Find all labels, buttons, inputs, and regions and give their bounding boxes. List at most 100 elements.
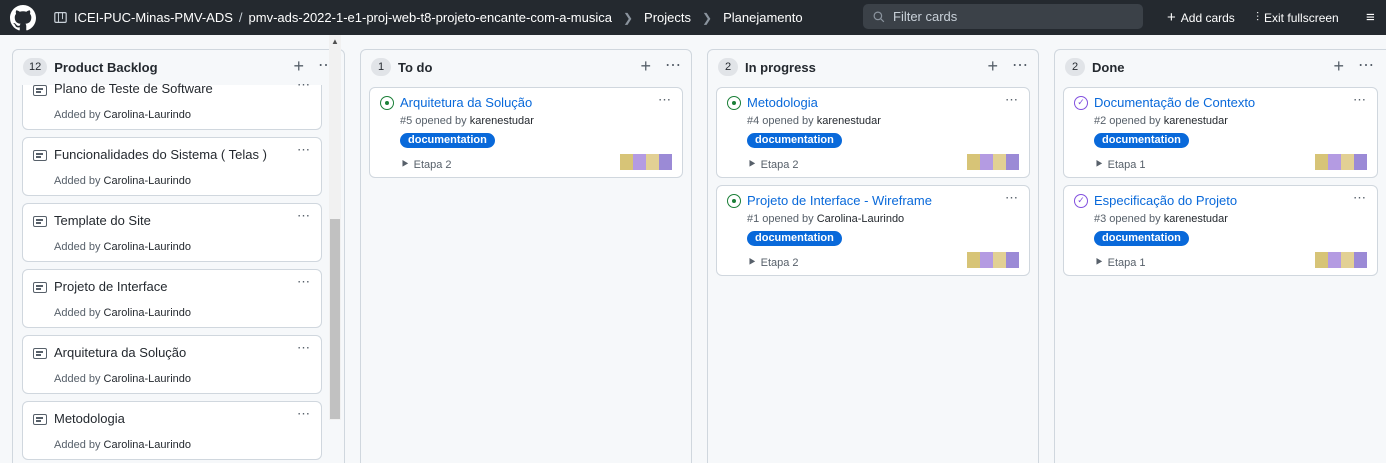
card-menu-dots-icon[interactable]: ⋯ (297, 142, 311, 158)
note-card[interactable]: Funcionalidades do Sistema ( Telas ) Add… (22, 137, 322, 196)
avatar[interactable] (620, 154, 672, 170)
filter-cards-input[interactable] (893, 9, 1133, 24)
author-link[interactable]: Carolina-Laurindo (104, 373, 191, 385)
author-link[interactable]: Carolina-Laurindo (817, 213, 904, 225)
note-card[interactable]: Metodologia Added by Carolina-Laurindo ⋯ (22, 401, 322, 460)
note-card[interactable]: Template do Site Added by Carolina-Lauri… (22, 203, 322, 262)
add-card-plus-icon[interactable]: + (987, 57, 998, 75)
milestone[interactable]: ⯈ Etapa 2 (747, 157, 799, 172)
milestone-icon: ⯈ (1094, 255, 1104, 269)
column-menu-dots-icon[interactable]: ⋯ (1012, 58, 1028, 74)
add-card-plus-icon[interactable]: + (1333, 57, 1344, 75)
card-menu-dots-icon[interactable]: ⋯ (297, 77, 311, 93)
add-card-plus-icon[interactable]: + (293, 57, 304, 75)
column-menu-dots-icon[interactable]: ⋯ (1358, 58, 1374, 74)
issue-title-link[interactable]: Especificação do Projeto (1094, 193, 1237, 208)
label-badge[interactable]: documentation (1094, 133, 1189, 148)
issue-title-link[interactable]: Documentação de Contexto (1094, 95, 1255, 110)
note-title: Funcionalidades do Sistema ( Telas ) (54, 147, 267, 162)
add-cards-label: Add cards (1180, 10, 1235, 25)
search-icon (873, 11, 885, 22)
column-count: 2 (1065, 58, 1085, 76)
issue-meta: #4 opened by karenestudar (747, 115, 881, 127)
closed-issue-icon: ✓ (1074, 194, 1088, 208)
add-card-plus-icon[interactable]: + (640, 57, 651, 75)
card-menu-dots-icon[interactable]: ⋯ (297, 340, 311, 356)
card-menu-dots-icon[interactable]: ⋯ (297, 208, 311, 224)
note-icon (33, 216, 47, 227)
column-title: To do (398, 59, 433, 75)
menu-icon[interactable]: ≡ (1366, 0, 1375, 35)
avatar[interactable] (1315, 252, 1367, 268)
label-badge[interactable]: documentation (747, 133, 842, 148)
author-link[interactable]: Carolina-Laurindo (104, 307, 191, 319)
github-logo-icon[interactable] (10, 5, 36, 31)
author-link[interactable]: karenestudar (817, 115, 881, 127)
label-badge[interactable]: documentation (400, 133, 495, 148)
filter-box[interactable] (863, 4, 1143, 29)
exit-fullscreen-button[interactable]: ⫶ Exit fullscreen (1256, 0, 1339, 35)
note-card[interactable]: Arquitetura da Solução Added by Carolina… (22, 335, 322, 394)
column-done: 2 Done + ⋯ ✓ Documentação de Contexto #2… (1054, 49, 1386, 463)
author-link[interactable]: Carolina-Laurindo (104, 241, 191, 253)
column-count: 2 (718, 58, 738, 76)
milestone[interactable]: ⯈ Etapa 1 (1094, 157, 1146, 172)
column-menu-dots-icon[interactable]: ⋯ (665, 58, 681, 74)
note-title: Plano de Teste de Software (54, 81, 213, 96)
scrollbar-thumb[interactable] (330, 219, 340, 419)
label-badge[interactable]: documentation (1094, 231, 1189, 246)
milestone-icon: ⯈ (1094, 157, 1104, 171)
issue-title-link[interactable]: Metodologia (747, 95, 818, 110)
author-link[interactable]: Carolina-Laurindo (104, 439, 191, 451)
board-title: Planejamento (723, 10, 803, 25)
note-card[interactable]: Plano de Teste de Software Added by Caro… (22, 77, 322, 130)
breadcrumb-projects-link[interactable]: Projects (644, 10, 691, 25)
avatar[interactable] (1315, 154, 1367, 170)
card-menu-dots-icon[interactable]: ⋯ (1353, 190, 1367, 206)
column-in-progress: 2 In progress + ⋯ Metodologia #4 opened … (707, 49, 1039, 463)
card-menu-dots-icon[interactable]: ⋯ (297, 274, 311, 290)
note-icon (33, 85, 47, 96)
note-card[interactable]: Projeto de Interface Added by Carolina-L… (22, 269, 322, 328)
plus-icon: + (1167, 9, 1176, 26)
avatar[interactable] (967, 154, 1019, 170)
author-link[interactable]: Carolina-Laurindo (104, 109, 191, 121)
avatar[interactable] (967, 252, 1019, 268)
chevron-right-icon: ❯ (622, 10, 634, 25)
note-meta: Added by Carolina-Laurindo (54, 241, 191, 253)
scroll-up-arrow-icon[interactable]: ▲ (331, 37, 339, 46)
milestone[interactable]: ⯈ Etapa 1 (1094, 255, 1146, 270)
issue-card[interactable]: Projeto de Interface - Wireframe #1 open… (716, 185, 1030, 276)
add-cards-button[interactable]: + Add cards (1167, 0, 1235, 35)
issue-card[interactable]: ✓ Documentação de Contexto #2 opened by … (1063, 87, 1378, 178)
issue-card[interactable]: ✓ Especificação do Projeto #3 opened by … (1063, 185, 1378, 276)
issue-meta: #1 opened by Carolina-Laurindo (747, 213, 905, 225)
label-badge[interactable]: documentation (747, 231, 842, 246)
author-link[interactable]: karenestudar (1164, 115, 1228, 127)
issue-card[interactable]: Metodologia #4 opened by karenestudar do… (716, 87, 1030, 178)
issue-card[interactable]: Arquitetura da Solução #5 opened by kare… (369, 87, 683, 178)
column-scrollbar[interactable]: ▲ (329, 35, 341, 420)
author-link[interactable]: Carolina-Laurindo (104, 175, 191, 187)
breadcrumb-org-link[interactable]: ICEI-PUC-Minas-PMV-ADS (74, 10, 233, 25)
author-link[interactable]: karenestudar (470, 115, 534, 127)
milestone[interactable]: ⯈ Etapa 2 (400, 157, 452, 172)
issue-title-link[interactable]: Projeto de Interface - Wireframe (747, 193, 932, 208)
column-header: 12 Product Backlog + ⋯ (13, 50, 344, 84)
breadcrumb-repo-link[interactable]: pmv-ads-2022-1-e1-proj-web-t8-projeto-en… (249, 10, 612, 25)
milestone[interactable]: ⯈ Etapa 2 (747, 255, 799, 270)
note-meta: Added by Carolina-Laurindo (54, 439, 191, 451)
column-header: 2 In progress + ⋯ (708, 50, 1038, 84)
note-title: Metodologia (54, 411, 125, 426)
author-link[interactable]: karenestudar (1164, 213, 1228, 225)
card-menu-dots-icon[interactable]: ⋯ (297, 406, 311, 422)
column-title: Product Backlog (54, 59, 158, 75)
card-menu-dots-icon[interactable]: ⋯ (658, 92, 672, 108)
card-menu-dots-icon[interactable]: ⋯ (1353, 92, 1367, 108)
exit-fullscreen-icon: ⫶ (1256, 10, 1260, 24)
card-menu-dots-icon[interactable]: ⋯ (1005, 190, 1019, 206)
issue-title-link[interactable]: Arquitetura da Solução (400, 95, 532, 110)
note-meta: Added by Carolina-Laurindo (54, 373, 191, 385)
project-icon (54, 12, 67, 23)
card-menu-dots-icon[interactable]: ⋯ (1005, 92, 1019, 108)
